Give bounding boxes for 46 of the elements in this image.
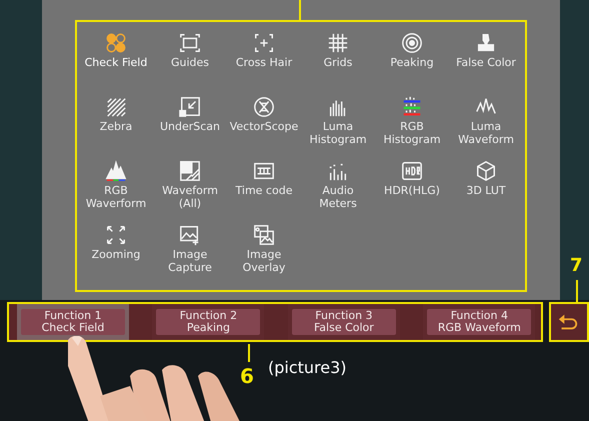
scope-icon: [253, 96, 275, 118]
menu-item[interactable]: Guides: [153, 32, 227, 96]
menu-item[interactable]: Luma Waveform: [449, 96, 523, 160]
menu-item[interactable]: VectorScope: [227, 96, 301, 160]
hdr-icon: [401, 160, 423, 182]
grid-icon: [327, 32, 349, 54]
split-square-icon: [179, 160, 201, 182]
rgb-waveform-icon: [105, 160, 127, 182]
crosshair-icon: [253, 32, 275, 54]
menu-item[interactable]: HDR(HLG): [375, 160, 449, 224]
menu-item[interactable]: Audio Meters: [301, 160, 375, 224]
function-button[interactable]: Function 4 RGB Waveform: [427, 309, 532, 335]
menu-item[interactable]: Zebra: [79, 96, 153, 160]
function-button[interactable]: Function 3 False Color: [292, 309, 396, 335]
menu-item[interactable]: Waveform (All): [153, 160, 227, 224]
menu-item[interactable]: Check Field: [79, 32, 153, 96]
cube-icon: [475, 160, 497, 182]
menu-item[interactable]: Image Overlay: [227, 224, 301, 288]
expand-icon: [105, 224, 127, 246]
image-icon: [179, 224, 201, 246]
menu-item[interactable]: Luma Histogram: [301, 96, 375, 160]
menu-item[interactable]: RGB Waverform: [79, 160, 153, 224]
target-icon: [401, 32, 423, 54]
function-button[interactable]: Function 1 Check Field: [21, 309, 125, 335]
menu-item[interactable]: 3D LUT: [449, 160, 523, 224]
menu-item[interactable]: Cross Hair: [227, 32, 301, 96]
menu-item[interactable]: Peaking: [375, 32, 449, 96]
menu-item[interactable]: RGB Histogram: [375, 96, 449, 160]
menu-item[interactable]: False Color: [449, 32, 523, 96]
menu-item[interactable]: Zooming: [79, 224, 153, 288]
menu-item[interactable]: Image Capture: [153, 224, 227, 288]
timecode-icon: [253, 160, 275, 182]
callout-number: 7: [570, 256, 583, 276]
callout-line: [248, 344, 250, 362]
menu-item[interactable]: Time code: [227, 160, 301, 224]
circles-icon: [105, 32, 127, 54]
menu-item[interactable]: UnderScan: [153, 96, 227, 160]
frame-icon: [179, 32, 201, 54]
shrink-icon: [179, 96, 201, 118]
menu-item[interactable]: Grids: [301, 32, 375, 96]
callout-number: 6: [240, 365, 254, 387]
function-button[interactable]: Function 2 Peaking: [156, 309, 260, 335]
rgb-histogram-icon: [401, 96, 423, 118]
stripes-icon: [105, 96, 127, 118]
images-icon: [253, 224, 275, 246]
callout-caption: (picture3): [268, 358, 347, 378]
